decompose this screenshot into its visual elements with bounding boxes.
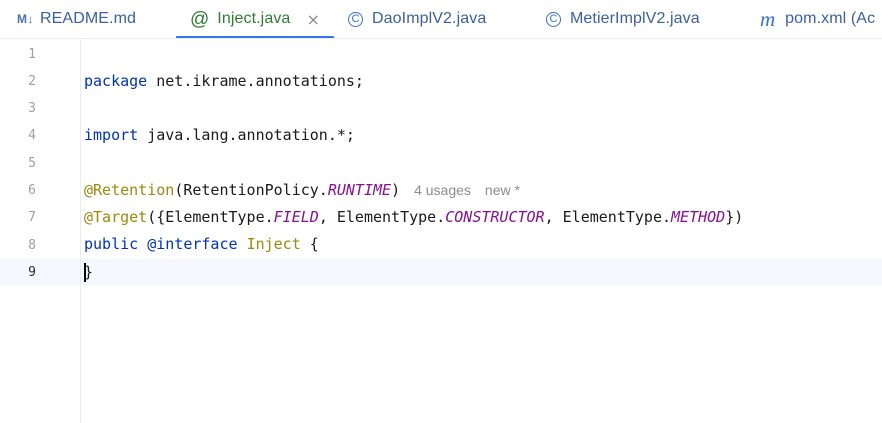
line-number-current: 9 (28, 265, 36, 280)
tab-inject[interactable]: @ Inject.java × (176, 0, 334, 38)
code-line-7: public @interface Inject { (81, 204, 882, 253)
text-caret (84, 263, 86, 282)
line-number: 4 (28, 128, 36, 143)
editor-tab-bar: M↓ README.md @ Inject.java × C DaoImplV2… (0, 0, 882, 39)
line-number: 5 (28, 156, 36, 171)
code-line-6: @Target({ElementType.FIELD, ElementType.… (81, 177, 882, 226)
close-tab-icon[interactable]: × (306, 10, 319, 29)
line-number: 2 (28, 74, 36, 89)
tab-pom-xml[interactable]: m pom.xml (Ac (760, 0, 875, 38)
line-number: 1 (28, 47, 36, 62)
line-number: 3 (28, 101, 36, 116)
tab-label: DaoImplV2.java (372, 10, 487, 27)
code-line-8: } (81, 232, 882, 281)
keyword: import (84, 126, 139, 144)
tab-readme[interactable]: M↓ README.md (17, 0, 136, 38)
markdown-icon: M↓ (17, 12, 34, 26)
line-number: 6 (28, 183, 36, 198)
tab-label: Inject.java (217, 10, 291, 27)
line-number: 7 (28, 210, 36, 225)
tab-label: pom.xml (Ac (785, 10, 876, 27)
keyword: package (84, 72, 148, 90)
tab-metierimplv2[interactable]: C MetierImplV2.java (546, 0, 700, 38)
maven-icon: m (760, 6, 776, 31)
line-number: 8 (28, 238, 36, 253)
code-line-9 (81, 259, 882, 286)
tab-daoimplv2[interactable]: C DaoImplV2.java (348, 0, 486, 38)
tab-label: README.md (40, 10, 137, 27)
code-line-3: import java.lang.annotation.*; (81, 95, 882, 144)
code-text: net.ikrame.annotations; (147, 72, 364, 90)
code-text: java.lang.annotation.*; (138, 126, 355, 144)
line-number-gutter[interactable]: 1 2 3 4 5 6 7 8 9 (0, 39, 81, 423)
code-line-1: package net.ikrame.annotations; (81, 41, 882, 90)
tab-label: MetierImplV2.java (570, 10, 700, 27)
class-icon: C (348, 11, 363, 27)
annotation-icon: @ (190, 8, 210, 30)
code-line-5: @Retention(RetentionPolicy.RUNTIME) 4 usa… (81, 150, 882, 199)
code-editor[interactable]: package net.ikrame.annotations; import j… (81, 39, 882, 423)
class-icon: C (546, 11, 561, 27)
